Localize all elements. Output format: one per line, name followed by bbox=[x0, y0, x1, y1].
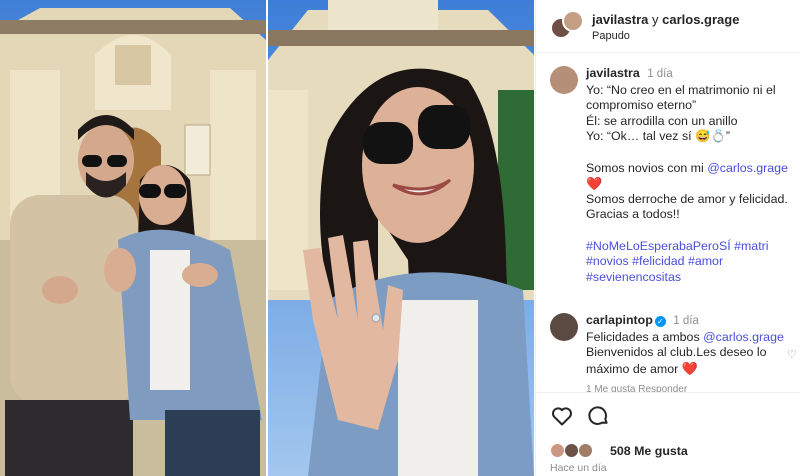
owner-username-2[interactable]: carlos.grage bbox=[662, 12, 739, 27]
caption-hashtags[interactable]: #NoMeLoEsperabaPeroSÍ #matri bbox=[586, 239, 800, 255]
caption-hashtags[interactable]: #sevienencositas bbox=[586, 270, 800, 286]
liker-avatar bbox=[550, 443, 565, 458]
post-location[interactable]: Papudo bbox=[592, 30, 630, 42]
comment-mention[interactable]: @carlos.grage bbox=[703, 330, 784, 344]
comment-text: máximo de amor bbox=[586, 361, 682, 376]
verified-badge-icon: ✓ bbox=[654, 316, 666, 327]
post-photo-ring bbox=[268, 0, 534, 476]
liker-avatar bbox=[578, 443, 593, 458]
likes-count[interactable]: 508 Me gusta bbox=[610, 444, 688, 458]
caption-line: Él: se arrodilla con un anillo bbox=[586, 113, 738, 128]
speech-bubble-icon bbox=[588, 406, 608, 425]
like-button[interactable] bbox=[550, 404, 574, 428]
comment-text: Bienvenidos al club.Les deseo lo bbox=[586, 345, 767, 360]
comment-text: Felicidades a ambos bbox=[586, 329, 704, 344]
caption-hashtags[interactable]: #novios #felicidad #amor bbox=[586, 254, 800, 270]
post-time[interactable]: Hace un día bbox=[550, 462, 607, 474]
heart-emoji: ❤️ bbox=[586, 176, 603, 192]
caption-username[interactable]: javilastra bbox=[586, 66, 640, 80]
commenter-username[interactable]: carlapintop bbox=[586, 313, 653, 327]
post-header: javilastra y carlos.grage Papudo bbox=[536, 0, 800, 53]
comment-item: carlapintop ✓ 1 día Felicidades a ambos @… bbox=[550, 313, 800, 392]
caption-mention[interactable]: @carlos.grage bbox=[707, 161, 788, 175]
caption-novios-text: Somos novios con mi bbox=[586, 160, 708, 175]
post-owners: javilastra y carlos.grage bbox=[592, 12, 739, 27]
post-actions: 508 Me gusta Hace un día bbox=[536, 392, 800, 476]
caption-line: compromiso eterno” bbox=[586, 98, 697, 113]
caption-line: Yo: “Ok… tal vez sí 😅💍” bbox=[586, 129, 731, 144]
heart-emoji: ❤️ bbox=[681, 360, 698, 376]
owner-avatar-2[interactable] bbox=[562, 10, 584, 32]
caption-avatar[interactable] bbox=[550, 66, 578, 94]
commenter-avatar[interactable] bbox=[550, 313, 578, 341]
comments-list[interactable]: javilastra 1 día Yo: “No creo en el matr… bbox=[536, 54, 800, 392]
comment-meta[interactable]: 1 Me gusta Responder bbox=[586, 382, 800, 392]
owner-username-1[interactable]: javilastra bbox=[592, 12, 648, 27]
caption-comment: javilastra 1 día Yo: “No creo en el matr… bbox=[550, 66, 800, 285]
heart-outline-icon bbox=[552, 407, 572, 426]
owners-joiner: y bbox=[652, 12, 659, 27]
caption-line: Gracias a todos!! bbox=[586, 207, 680, 222]
caption-line: Somos derroche de amor y felicidad. bbox=[586, 191, 788, 206]
comment-like-icon[interactable]: ♡ bbox=[787, 348, 797, 361]
post-photo-couple bbox=[0, 0, 266, 476]
caption-time[interactable]: 1 día bbox=[647, 68, 673, 80]
caption-line: Yo: “No creo en el matrimonio ni el bbox=[586, 82, 776, 97]
liker-avatar bbox=[564, 443, 579, 458]
comment-button[interactable] bbox=[586, 404, 610, 428]
post-side-panel: javilastra y carlos.grage Papudo javilas… bbox=[535, 0, 800, 476]
comment-time[interactable]: 1 día bbox=[673, 315, 699, 327]
